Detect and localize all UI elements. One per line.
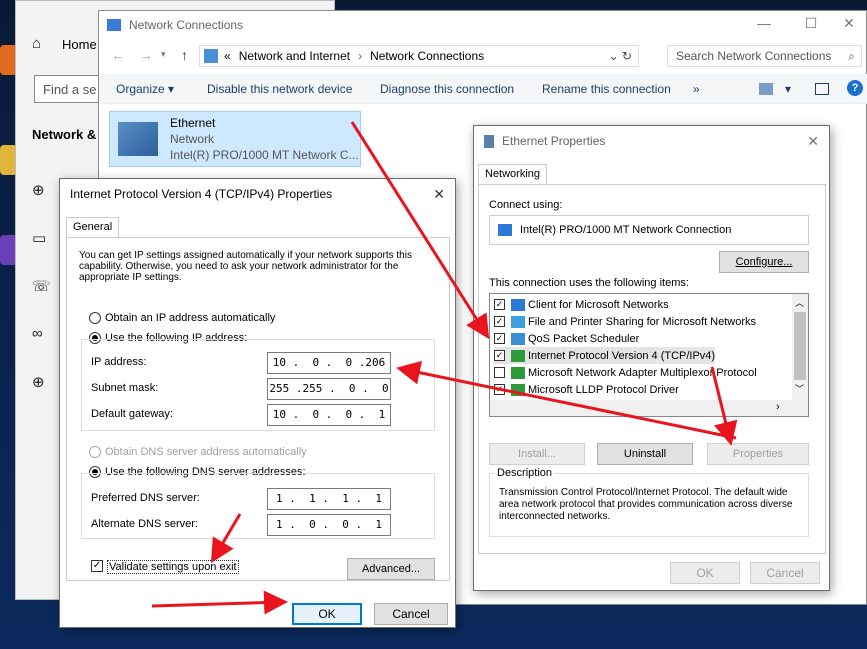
- arrow-to-validate: [210, 513, 242, 564]
- arrow-ipv4-to-properties: [710, 366, 738, 446]
- arrow-properties-to-ip: [396, 360, 737, 440]
- arrow-to-ok: [151, 590, 288, 615]
- arrow-ethernet-to-ipv4-item: [350, 121, 490, 340]
- annotation-arrows-overlay: [151, 121, 738, 615]
